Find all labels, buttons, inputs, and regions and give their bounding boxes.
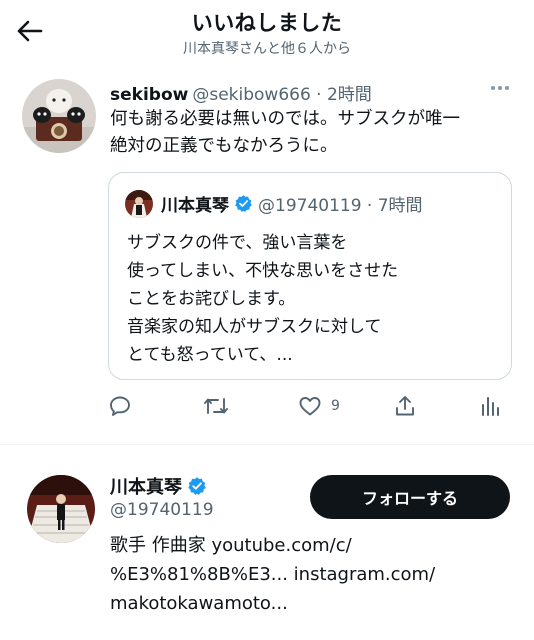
avatar-image	[22, 79, 96, 153]
avatar[interactable]	[22, 79, 96, 153]
tweet-text: 何も謝る必要は無いのでは。サブスクが唯一 絶対の正義でもなかろうに。	[110, 106, 515, 160]
tweet-header: sekibow @sekibow666 · 2時間	[110, 80, 372, 105]
profile-bio: 歌手 作曲家 youtube.com/c/ %E3%81%8B%E3... in…	[110, 531, 520, 618]
retweet-button[interactable]	[203, 392, 229, 420]
verified-badge-icon	[188, 477, 206, 495]
quoted-tweet[interactable]: 川本真琴 @19740119 · 7時間 サブスクの件で、強い言葉を 使ってしま…	[108, 172, 512, 380]
bio-line[interactable]: 歌手 作曲家 youtube.com/c/	[110, 531, 520, 560]
analytics-button[interactable]	[478, 392, 502, 420]
header: いいねしました 川本真琴さんと他６人から	[0, 0, 534, 66]
quoted-text-line: とても怒っていて、...	[127, 345, 293, 365]
quoted-author-handle: @19740119 · 7時間	[258, 196, 423, 216]
bio-line[interactable]: makotokawamoto...	[110, 589, 520, 618]
tweet-author-name[interactable]: sekibow	[110, 85, 188, 105]
more-options-button[interactable]	[484, 74, 516, 102]
avatar-image	[125, 190, 153, 218]
analytics-icon	[482, 397, 499, 416]
follow-button[interactable]: フォローする	[310, 475, 510, 519]
verified-badge-icon	[235, 195, 252, 212]
quoted-tweet-text: サブスクの件で、強い言葉を 使ってしまい、不快な思いをさせた ことをお詫びします…	[127, 229, 497, 369]
profile-name-row[interactable]: 川本真琴	[110, 473, 212, 499]
share-icon	[396, 396, 414, 416]
heart-icon	[299, 397, 321, 416]
page-title: いいねしました	[191, 11, 343, 35]
like-button[interactable]: 9	[298, 392, 340, 420]
reply-icon	[110, 396, 130, 416]
tweet[interactable]: sekibow @sekibow666 · 2時間 何も謝る必要は無いのでは。サブ…	[0, 66, 534, 444]
avatar[interactable]	[27, 475, 95, 543]
quoted-author-name: 川本真琴	[161, 196, 229, 216]
retweet-icon	[204, 398, 228, 414]
avatar-image	[27, 475, 95, 543]
user-cell[interactable]: 川本真琴 @19740119 フォローする 歌手 作曲家 youtube.com…	[0, 445, 534, 640]
reply-button[interactable]	[108, 392, 132, 420]
share-button[interactable]	[393, 392, 417, 420]
quoted-text-line: 音楽家の知人がサブスクに対して	[127, 317, 382, 337]
quoted-text-line: ことをお詫びします。	[127, 289, 296, 309]
dot-icon	[505, 86, 509, 90]
tweet-text-line: 絶対の正義でもなかろうに。	[110, 136, 338, 156]
quoted-text-line: サブスクの件で、強い言葉を	[127, 233, 348, 253]
like-count: 9	[331, 398, 340, 414]
profile-name: 川本真琴	[110, 477, 182, 498]
dot-icon	[498, 86, 502, 90]
tweet-text-line: 何も謝る必要は無いのでは。サブスクが唯一	[110, 109, 460, 129]
tweet-author-handle[interactable]: @sekibow666 · 2時間	[192, 85, 371, 105]
quoted-tweet-header: 川本真琴 @19740119 · 7時間	[161, 191, 423, 216]
tweet-actions: 9	[0, 388, 534, 424]
page-subtitle: 川本真琴さんと他６人から	[183, 41, 351, 57]
quoted-text-line: 使ってしまい、不快な思いをさせた	[127, 261, 399, 281]
profile-handle[interactable]: @19740119	[110, 500, 214, 520]
dot-icon	[491, 86, 495, 90]
quoted-tweet-avatar[interactable]	[125, 190, 153, 218]
bio-line[interactable]: %E3%81%8B%E3... instagram.com/	[110, 560, 520, 589]
